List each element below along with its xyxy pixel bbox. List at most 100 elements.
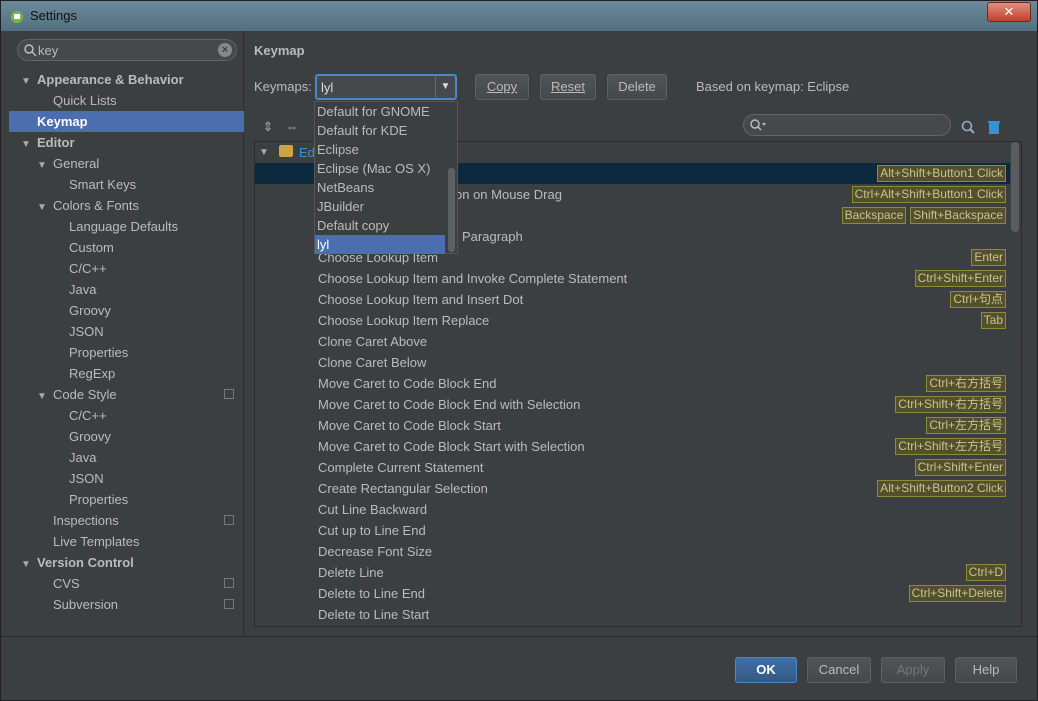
sidebar-item[interactable]: Java — [9, 279, 244, 300]
sidebar-item[interactable]: Properties — [9, 342, 244, 363]
action-row[interactable]: Choose Lookup Item Replace Tab — [255, 310, 1010, 331]
action-row[interactable]: Move Caret to Code Block Start Ctrl+左方括号 — [255, 415, 1010, 436]
sidebar-item-label: RegExp — [69, 366, 116, 381]
shortcut-badge: Ctrl+Shift+Enter — [914, 459, 1006, 476]
action-row[interactable]: Cut up to Line End — [255, 520, 1010, 541]
action-row[interactable]: Choose Lookup Item and Invoke Complete S… — [255, 268, 1010, 289]
sidebar-item[interactable]: ▼ Code Style — [9, 384, 244, 405]
project-copy-icon — [224, 515, 234, 525]
chevron-down-icon[interactable]: ▼ — [37, 386, 49, 407]
scrollbar[interactable] — [1011, 142, 1019, 232]
chevron-down-icon[interactable]: ▼ — [21, 554, 33, 575]
action-row[interactable]: Choose Lookup Item and Insert Dot Ctrl+句点 — [255, 289, 1010, 310]
sidebar-item[interactable]: JSON — [9, 468, 244, 489]
action-search-input[interactable] — [743, 114, 951, 136]
sidebar-item[interactable]: Inspections — [9, 510, 244, 531]
sidebar-item[interactable]: Groovy — [9, 426, 244, 447]
find-shortcut-icon[interactable] — [960, 119, 976, 135]
sidebar-item[interactable]: C/C++ — [9, 258, 244, 279]
expand-all-icon[interactable]: ⇕ — [260, 119, 276, 135]
delete-button[interactable]: Delete — [607, 74, 667, 100]
sidebar-item[interactable]: Custom — [9, 237, 244, 258]
cancel-button[interactable]: Cancel — [807, 657, 871, 683]
action-row[interactable]: Move Caret to Code Block Start with Sele… — [255, 436, 1010, 457]
action-row[interactable]: Decrease Font Size — [255, 541, 1010, 562]
chevron-down-icon[interactable]: ▼ — [37, 197, 49, 218]
action-label: Complete Current Statement — [318, 460, 484, 475]
sidebar-item[interactable]: ▼ Colors & Fonts — [9, 195, 244, 216]
reset-button[interactable]: Reset — [540, 74, 596, 100]
clear-search-icon[interactable]: × — [218, 43, 232, 57]
chevron-down-icon[interactable]: ▼ — [21, 71, 33, 92]
shortcut-badge: Alt+Shift+Button1 Click — [877, 165, 1006, 182]
sidebar-item[interactable]: Groovy — [9, 300, 244, 321]
sidebar-item[interactable]: ▼ Editor — [9, 132, 244, 153]
sidebar-item-label: Editor — [37, 135, 75, 150]
tree-root-label: Ed — [299, 145, 315, 160]
sidebar-item[interactable]: Properties — [9, 489, 244, 510]
sidebar-item[interactable]: Java — [9, 447, 244, 468]
action-row[interactable]: Cut Line Backward — [255, 499, 1010, 520]
keymap-select[interactable]: lyl ▼ — [315, 74, 457, 100]
sidebar-item[interactable]: ▼ General — [9, 153, 244, 174]
sidebar-item-label: Keymap — [37, 114, 88, 129]
trash-icon[interactable] — [986, 119, 1002, 135]
keymap-option[interactable]: Default copy — [315, 216, 445, 235]
sidebar-item[interactable]: Quick Lists — [9, 90, 244, 111]
keymap-option[interactable]: Default for KDE — [315, 121, 445, 140]
dropdown-scrollbar[interactable] — [448, 168, 455, 252]
sidebar-item[interactable]: Live Templates — [9, 531, 244, 552]
sidebar-item[interactable]: Keymap — [9, 111, 244, 132]
copy-button[interactable]: Copy — [475, 74, 529, 100]
sidebar-item-label: Quick Lists — [53, 93, 117, 108]
shortcut-badge: Ctrl+Shift+Delete — [908, 585, 1006, 602]
keymap-dropdown[interactable]: Default for GNOME Default for KDE Eclipse E… — [314, 101, 458, 254]
sidebar-item-label: JSON — [69, 324, 104, 339]
help-button[interactable]: Help — [955, 657, 1017, 683]
action-row[interactable]: Delete Line Ctrl+D — [255, 562, 1010, 583]
keymap-option[interactable]: Eclipse (Mac OS X) — [315, 159, 445, 178]
keymap-option[interactable]: lyl — [315, 235, 445, 254]
keymap-option[interactable]: JBuilder — [315, 197, 445, 216]
action-row[interactable]: Complete Current Statement Ctrl+Shift+Ent… — [255, 457, 1010, 478]
sidebar-item[interactable]: RegExp — [9, 363, 244, 384]
keymap-option[interactable]: Eclipse — [315, 140, 445, 159]
action-label: Move Caret to Code Block End with Select… — [318, 397, 581, 412]
sidebar-item[interactable]: ▼ Version Control — [9, 552, 244, 573]
sidebar-item-label: Java — [69, 450, 97, 465]
action-label: Choose Lookup Item and Invoke Complete S… — [318, 271, 628, 286]
action-row[interactable]: Clone Caret Below — [255, 352, 1010, 373]
shortcut-list: Alt+Shift+Button2 Click — [877, 480, 1006, 497]
sidebar-item[interactable]: Language Defaults — [9, 216, 244, 237]
chevron-down-icon[interactable]: ▼ — [435, 76, 455, 98]
action-row[interactable]: Clone Caret Above — [255, 331, 1010, 352]
chevron-down-icon[interactable]: ▼ — [21, 134, 33, 155]
chevron-down-icon[interactable]: ▼ — [259, 142, 269, 163]
sidebar-item[interactable]: Smart Keys — [9, 174, 244, 195]
sidebar-item[interactable]: JSON — [9, 321, 244, 342]
action-row[interactable]: Delete to Line End Ctrl+Shift+Delete — [255, 583, 1010, 604]
sidebar-item[interactable]: ▼ Appearance & Behavior — [9, 69, 244, 90]
keymap-option[interactable]: NetBeans — [315, 178, 445, 197]
page-title: Keymap — [254, 43, 305, 58]
settings-search-input[interactable]: key × — [17, 39, 237, 61]
action-row[interactable]: Create Rectangular Selection Alt+Shift+Bu… — [255, 478, 1010, 499]
sidebar-item[interactable]: C/C++ — [9, 405, 244, 426]
chevron-down-icon[interactable]: ▼ — [37, 155, 49, 176]
apply-button[interactable]: Apply — [881, 657, 945, 683]
sidebar-item[interactable]: CVS — [9, 573, 244, 594]
sidebar-item[interactable]: Subversion — [9, 594, 244, 615]
action-row[interactable]: Move Caret to Code Block End Ctrl+右方括号 — [255, 373, 1010, 394]
settings-sidebar: key × ▼ Appearance & Behavior Quick Lists K… — [9, 31, 244, 636]
reset-label: Reset — [551, 79, 585, 94]
action-row[interactable]: Move Caret to Code Block End with Select… — [255, 394, 1010, 415]
action-label: Move Caret to Code Block End — [318, 376, 497, 391]
collapse-all-icon[interactable]: ⇔ — [284, 119, 300, 135]
shortcut-list: Backspace Shift+Backspace — [841, 207, 1006, 224]
ok-button[interactable]: OK — [735, 657, 797, 683]
action-row[interactable]: Delete to Line Start — [255, 604, 1010, 625]
keymap-option[interactable]: Default for GNOME — [315, 102, 445, 121]
shortcut-list: Ctrl+Shift+Enter — [914, 459, 1006, 476]
window-title: Settings — [30, 8, 77, 23]
close-button[interactable]: ✕ — [987, 2, 1031, 22]
